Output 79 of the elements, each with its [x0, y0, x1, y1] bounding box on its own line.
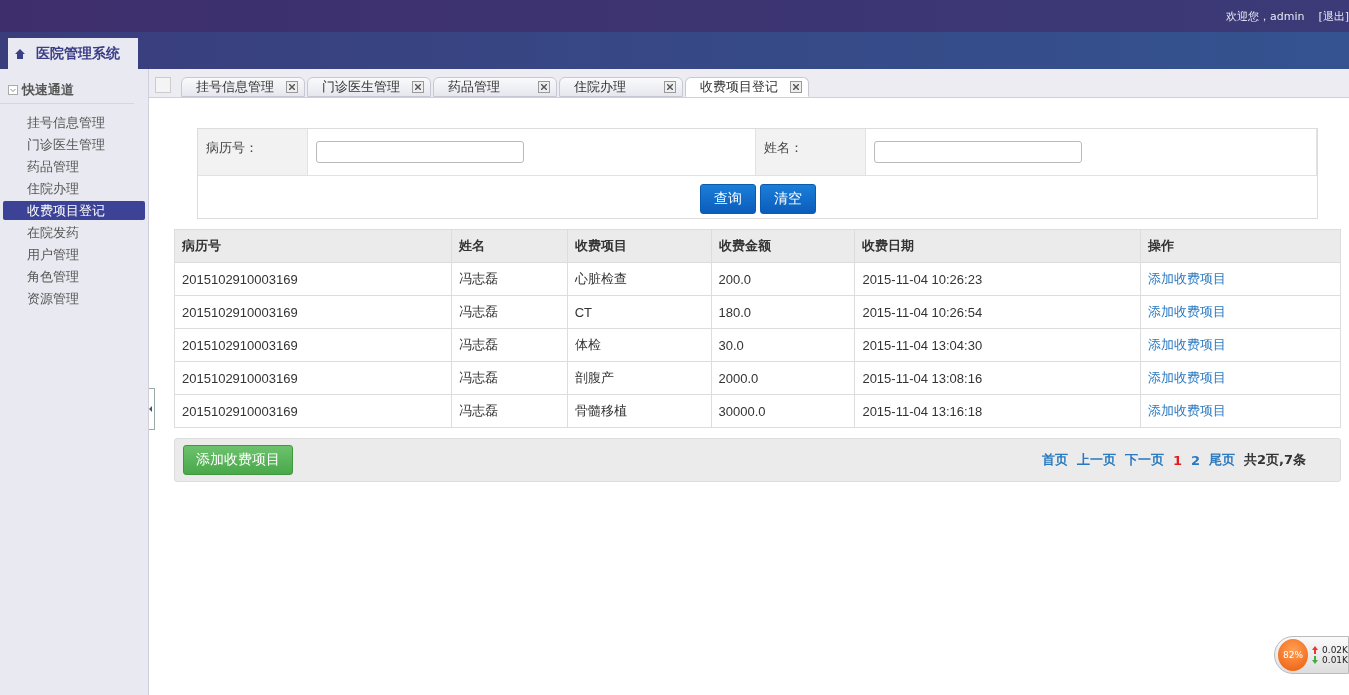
- download-speed: 0.01K: [1322, 655, 1348, 665]
- table-cell: 2015102910003169: [174, 394, 452, 428]
- pager-link[interactable]: 上一页: [1076, 451, 1116, 469]
- add-fee-link[interactable]: 添加收费项目: [1148, 304, 1227, 319]
- table-cell: 200.0: [711, 262, 855, 296]
- close-icon[interactable]: [664, 81, 676, 93]
- column-header: 收费项目: [567, 229, 711, 263]
- table-cell: 2015102910003169: [174, 295, 452, 329]
- table-cell: 冯志磊: [451, 295, 568, 329]
- pager-link[interactable]: 下一页: [1124, 451, 1164, 469]
- table-cell: 30000.0: [711, 394, 855, 428]
- sidebar-item[interactable]: 药品管理: [3, 157, 145, 176]
- add-fee-link[interactable]: 添加收费项目: [1148, 271, 1227, 286]
- table-cell: 冯志磊: [451, 361, 568, 395]
- table-cell: 冯志磊: [451, 394, 568, 428]
- down-arrow-icon: [1312, 656, 1319, 664]
- collapse-handle[interactable]: [149, 388, 155, 430]
- input-field[interactable]: [874, 141, 1082, 163]
- table-cell: 冯志磊: [451, 328, 568, 362]
- close-icon[interactable]: [538, 81, 550, 93]
- table-cell: 2015-11-04 13:16:18: [854, 394, 1141, 428]
- page-link[interactable]: 1: [1172, 452, 1182, 468]
- upload-speed: 0.02K: [1322, 645, 1348, 655]
- app-title: 医院管理系统: [36, 44, 120, 63]
- tab[interactable]: 门诊医生管理: [307, 77, 431, 97]
- add-fee-link[interactable]: 添加收费项目: [1148, 403, 1227, 418]
- table-cell: 冯志磊: [451, 262, 568, 296]
- usage-percent: 82%: [1278, 639, 1309, 671]
- welcome-text: 欢迎您，admin: [1225, 8, 1305, 24]
- tab[interactable]: 挂号信息管理: [181, 77, 305, 97]
- field-label: 姓名：: [756, 129, 866, 175]
- pager-link[interactable]: 首页: [1041, 451, 1068, 469]
- table-cell: 心脏检查: [567, 262, 711, 296]
- close-icon[interactable]: [412, 81, 424, 93]
- field-label: 病历号：: [198, 129, 308, 175]
- table-cell: 骨髓移植: [567, 394, 711, 428]
- table-cell: 2015102910003169: [174, 262, 452, 296]
- sidebar-title: 快速通道: [22, 81, 74, 99]
- table-cell: 剖腹产: [567, 361, 711, 395]
- search-button[interactable]: 查询: [699, 184, 756, 214]
- table-cell: 2015-11-04 10:26:54: [854, 295, 1141, 329]
- sidebar-item[interactable]: 资源管理: [3, 289, 145, 308]
- table-cell: CT: [567, 295, 711, 329]
- table-cell: 180.0: [711, 295, 855, 329]
- logout-link[interactable]: [退出]: [1318, 8, 1349, 24]
- sidebar-item[interactable]: 门诊医生管理: [3, 135, 145, 154]
- table-cell: 30.0: [711, 328, 855, 362]
- tab[interactable]: 收费项目登记: [685, 77, 809, 97]
- column-header: 病历号: [174, 229, 452, 263]
- column-header: 操作: [1140, 229, 1341, 263]
- pager-link[interactable]: 尾页: [1208, 451, 1235, 469]
- page-link[interactable]: 2: [1190, 452, 1200, 468]
- table-cell: 2000.0: [711, 361, 855, 395]
- pager-summary: 共2页,7条: [1243, 451, 1306, 469]
- home-icon: [14, 47, 26, 60]
- sidebar-item[interactable]: 用户管理: [3, 245, 145, 264]
- column-header: 收费金额: [711, 229, 855, 263]
- table-cell: 2015-11-04 13:04:30: [854, 328, 1141, 362]
- table-cell: 体检: [567, 328, 711, 362]
- sidebar-item[interactable]: 在院发药: [3, 223, 145, 242]
- column-header: 收费日期: [854, 229, 1141, 263]
- add-fee-link[interactable]: 添加收费项目: [1148, 370, 1227, 385]
- sidebar-item[interactable]: 住院办理: [3, 179, 145, 198]
- up-arrow-icon: [1312, 646, 1319, 654]
- tab[interactable]: 住院办理: [559, 77, 683, 97]
- sidebar-item[interactable]: 角色管理: [3, 267, 145, 286]
- sidebar-item[interactable]: 收费项目登记: [3, 201, 145, 220]
- close-icon[interactable]: [286, 81, 298, 93]
- sidebar-item[interactable]: 挂号信息管理: [3, 113, 145, 132]
- tab[interactable]: 药品管理: [433, 77, 557, 97]
- add-fee-link[interactable]: 添加收费项目: [1148, 337, 1227, 352]
- input-field[interactable]: [316, 141, 524, 163]
- close-icon[interactable]: [790, 81, 802, 93]
- table-cell: 2015-11-04 13:08:16: [854, 361, 1141, 395]
- table-cell: 2015102910003169: [174, 328, 452, 362]
- table-cell: 2015102910003169: [174, 361, 452, 395]
- column-header: 姓名: [451, 229, 568, 263]
- clear-button[interactable]: 清空: [759, 184, 816, 214]
- table-cell: 2015-11-04 10:26:23: [854, 262, 1141, 296]
